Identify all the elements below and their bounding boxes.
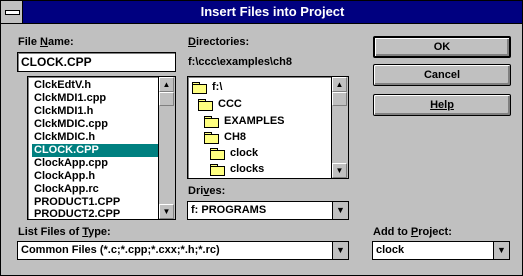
label-text: Add to — [373, 226, 411, 238]
label-text: ame: — [47, 36, 74, 48]
file-name-value: CLOCK.CPP — [21, 55, 92, 69]
file-type-value: Common Files (*.c;*.cpp;*.cxx;*.h;*.rc) — [21, 244, 220, 256]
list-item[interactable]: ClckMDI1.h — [32, 105, 93, 118]
project-value: clock — [376, 244, 405, 256]
dir-label: f:\ — [212, 81, 223, 93]
label-text: ype: — [88, 226, 111, 238]
dir-item-ch8[interactable]: CH8 — [204, 129, 246, 145]
folder-icon — [210, 148, 225, 161]
dir-label: clock — [230, 147, 259, 159]
list-item[interactable]: ClckMDIC.h — [32, 131, 95, 144]
dir-label: clocks — [230, 163, 265, 175]
file-name-input[interactable]: CLOCK.CPP — [17, 52, 176, 72]
label-text: List Files of — [18, 226, 83, 238]
label-accel: D — [188, 36, 196, 48]
dropdown-button[interactable]: ▼ — [332, 202, 348, 219]
list-item[interactable]: ClockApp.rc — [32, 183, 99, 196]
cancel-button[interactable]: Cancel — [373, 64, 511, 86]
label-text: es: — [209, 185, 226, 197]
scroll-up-button[interactable]: ▲ — [159, 77, 174, 92]
list-item-selected[interactable]: CLOCK.CPP — [32, 144, 164, 157]
directory-scrollbar[interactable]: ▲ ▼ — [331, 77, 348, 178]
dir-item-ccc[interactable]: CCC — [198, 96, 242, 112]
file-type-select[interactable]: Common Files (*.c;*.cpp;*.cxx;*.h;*.rc) … — [17, 241, 349, 260]
list-item[interactable]: ClckEdtV.h — [32, 79, 91, 92]
scroll-down-button[interactable]: ▼ — [159, 204, 174, 219]
dir-label: EXAMPLES — [224, 115, 285, 127]
file-list-scrollbar[interactable]: ▲ ▼ — [158, 77, 175, 219]
list-item[interactable]: ClckMDIC.cpp — [32, 118, 108, 131]
directory-tree[interactable]: f:\ CCC EXAMPLES CH8 clock clocks ▲ ▼ — [187, 76, 349, 179]
drives-value: f: PROGRAMS — [191, 204, 267, 216]
ok-button[interactable]: OK — [373, 36, 511, 58]
up-arrow-icon: ▲ — [162, 79, 171, 89]
chevron-down-icon: ▼ — [497, 245, 506, 255]
directories-label: Directories: — [188, 36, 249, 48]
label-accel: N — [40, 36, 48, 48]
open-folder-icon — [198, 99, 213, 112]
list-item[interactable]: ClckMDI1.cpp — [32, 92, 106, 105]
drives-select[interactable]: f: PROGRAMS ▼ — [187, 201, 349, 220]
add-to-project-select[interactable]: clock ▼ — [372, 241, 510, 260]
open-folder-icon — [204, 116, 219, 129]
label-text: roject: — [418, 226, 452, 238]
folder-icon — [210, 164, 225, 177]
file-list[interactable]: ClckEdtV.h ClckMDI1.cpp ClckMDI1.h ClckM… — [27, 76, 176, 220]
file-name-label: File Name: — [18, 36, 74, 48]
scroll-thumb[interactable] — [159, 92, 174, 106]
help-label: Help — [430, 99, 454, 111]
list-item[interactable]: ClockApp.cpp — [32, 157, 108, 170]
scroll-up-button[interactable]: ▲ — [332, 77, 347, 92]
system-menu-icon — [5, 10, 20, 15]
label-text: irectories: — [195, 36, 250, 48]
dir-item-root[interactable]: f:\ — [192, 79, 222, 95]
title-bar[interactable]: Insert Files into Project — [1, 1, 522, 24]
list-item[interactable]: PRODUCT2.CPP — [32, 208, 120, 221]
open-folder-icon — [192, 82, 207, 95]
dropdown-button[interactable]: ▼ — [332, 242, 348, 259]
help-button[interactable]: Help — [373, 94, 511, 116]
down-arrow-icon: ▼ — [335, 165, 344, 175]
window-title: Insert Files into Project — [200, 4, 345, 19]
label-text: Dri — [188, 185, 204, 197]
file-type-label: List Files of Type: — [18, 226, 111, 238]
chevron-down-icon: ▼ — [336, 205, 345, 215]
dir-label: CH8 — [224, 131, 247, 143]
insert-files-dialog: Insert Files into Project File Name: CLO… — [0, 0, 523, 276]
dropdown-button[interactable]: ▼ — [493, 242, 509, 259]
down-arrow-icon: ▼ — [162, 206, 171, 216]
dir-label: CCC — [218, 98, 242, 110]
scroll-down-button[interactable]: ▼ — [332, 163, 347, 178]
dir-item-clock[interactable]: clock — [210, 145, 258, 161]
open-folder-icon — [204, 132, 219, 145]
label-text: File — [18, 36, 41, 48]
drives-label: Drives: — [188, 185, 225, 197]
current-directory-path: f:\ccc\examples\ch8 — [188, 56, 292, 68]
dir-item-clocks[interactable]: clocks — [210, 161, 264, 177]
chevron-down-icon: ▼ — [336, 245, 345, 255]
system-menu-button[interactable] — [1, 1, 23, 23]
dir-item-examples[interactable]: EXAMPLES — [204, 113, 285, 129]
list-item[interactable]: ClockApp.h — [32, 170, 95, 183]
scroll-thumb[interactable] — [332, 92, 347, 106]
up-arrow-icon: ▲ — [335, 79, 344, 89]
add-to-project-label: Add to Project: — [373, 226, 452, 238]
